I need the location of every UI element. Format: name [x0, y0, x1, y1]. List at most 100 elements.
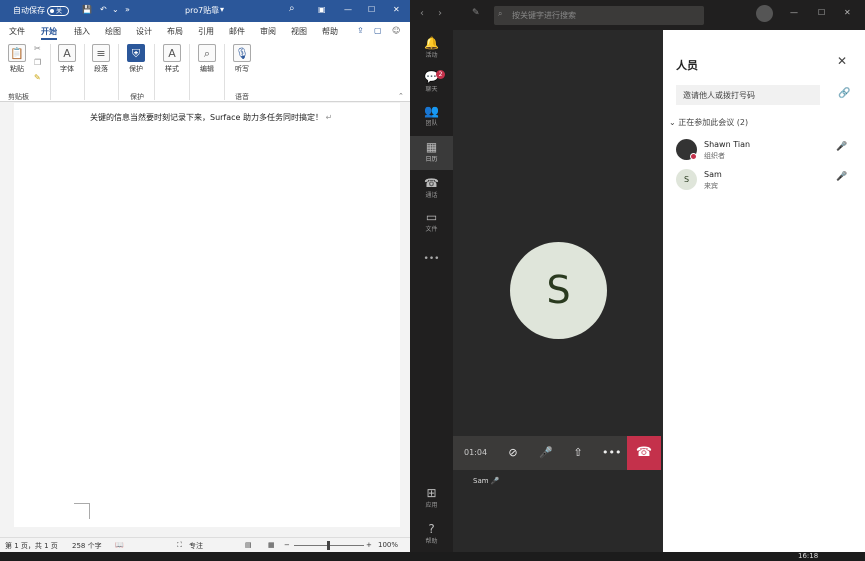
share-screen-icon[interactable]: ⇧ — [569, 444, 587, 462]
minimize-icon[interactable]: — — [344, 5, 352, 14]
rail-item-apps[interactable]: ⊞ 应用 — [410, 486, 453, 516]
smiley-icon[interactable]: ☺ — [392, 26, 400, 35]
maximize-icon[interactable]: ☐ — [818, 8, 825, 17]
tab-mailings[interactable]: 邮件 — [229, 26, 245, 37]
bell-icon: 🔔 — [424, 36, 439, 50]
hang-up-button[interactable]: ☎ — [627, 436, 661, 470]
chat-icon: 💬 — [424, 70, 439, 84]
font-icon: A — [58, 44, 76, 62]
save-icon[interactable]: 💾 — [82, 5, 92, 14]
participant-name: Sam — [704, 170, 722, 179]
ribbon-tabs: 文件 开始 插入 绘图 设计 布局 引用 邮件 审阅 视图 帮助 ⇪ ▢ ☺ — [0, 22, 410, 40]
profile-avatar[interactable] — [756, 5, 773, 22]
invite-input[interactable]: 邀请他人或拨打号码 — [676, 85, 820, 105]
zoom-thumb[interactable] — [327, 541, 330, 550]
format-painter-icon[interactable]: ✎ — [34, 73, 41, 82]
rail-item-help[interactable]: ? 帮助 — [410, 522, 453, 552]
rail-item-files[interactable]: ▭ 文件 — [410, 210, 453, 240]
teams-title-bar: ‹ › ✎ 按关键字进行搜索 ⌕ — ☐ ✕ — [410, 0, 865, 30]
more-options-icon[interactable]: ••• — [602, 444, 621, 462]
more-apps-icon[interactable]: ••• — [410, 254, 453, 264]
participant-role: 来宾 — [704, 182, 718, 190]
tab-help[interactable]: 帮助 — [322, 26, 338, 37]
dictate-button[interactable]: 🎙 听写 — [233, 44, 251, 74]
word-title-bar: 自动保存 关 💾 ↶ ⌄ » pro7贴靠 ▾ ⌕ ▣ — ☐ ✕ — [0, 0, 410, 22]
tab-draw[interactable]: 绘图 — [105, 26, 121, 37]
mic-muted-icon: 🎤 — [836, 172, 848, 182]
status-dot — [690, 153, 697, 160]
close-icon[interactable]: ✕ — [844, 8, 851, 17]
read-mode-icon[interactable]: ▤ — [245, 541, 252, 549]
autosave-toggle[interactable]: 关 — [47, 6, 69, 16]
shield-icon: ⛨ — [127, 44, 145, 62]
rail-item-calendar[interactable]: ▦ 日历 — [410, 136, 453, 170]
tab-view[interactable]: 视图 — [291, 26, 307, 37]
files-icon: ▭ — [425, 210, 438, 224]
document-text[interactable]: 关键的信息当然要时刻记录下来，Surface 助力多任务同时搞定！ ↵ — [90, 112, 332, 123]
forward-icon[interactable]: › — [438, 8, 442, 19]
focus-label[interactable]: 专注 — [189, 541, 203, 551]
compose-icon[interactable]: ✎ — [472, 8, 480, 18]
group-voice-label: 语音 — [235, 93, 249, 101]
tab-review[interactable]: 审阅 — [260, 26, 276, 37]
mic-mute-icon[interactable]: 🎤 — [537, 444, 555, 462]
copy-icon[interactable]: ❐ — [34, 58, 41, 67]
minimize-icon[interactable]: — — [790, 8, 798, 17]
styles-button[interactable]: A 样式 — [163, 44, 181, 74]
protect-button[interactable]: ⛨ 保护 — [127, 44, 145, 74]
tab-home[interactable]: 开始 — [41, 26, 57, 40]
participant-name: Shawn Tian — [704, 140, 751, 149]
title-dropdown-icon[interactable]: ▾ — [220, 5, 224, 14]
mic-muted-icon: 🎤 — [836, 142, 848, 152]
panel-title: 人员 — [676, 59, 698, 72]
rail-item-chat[interactable]: 💬 聊天 2 — [410, 70, 453, 100]
close-panel-icon[interactable]: ✕ — [837, 54, 847, 68]
back-icon[interactable]: ‹ — [420, 8, 424, 19]
search-icon: ⌕ — [498, 9, 503, 18]
rail-item-activity[interactable]: 🔔 活动 — [410, 36, 453, 66]
web-layout-icon[interactable]: ▦ — [268, 541, 275, 549]
undo-dropdown-icon[interactable]: ⌄ — [112, 5, 119, 14]
tab-design[interactable]: 设计 — [136, 26, 152, 37]
rail-item-teams[interactable]: 👥 团队 — [410, 104, 453, 134]
camera-off-icon[interactable]: ⊘ — [504, 444, 522, 462]
chat-badge: 2 — [436, 70, 445, 79]
copy-link-icon[interactable]: 🔗 — [838, 88, 850, 99]
paste-icon: 📋 — [8, 44, 26, 62]
zoom-plus[interactable]: + — [366, 541, 372, 549]
tab-layout[interactable]: 布局 — [167, 26, 183, 37]
call-stage: S 01:04 ⊘ 🎤 ⇧ ••• ☎ Sam 🎤 — [453, 30, 663, 552]
maximize-icon[interactable]: ☐ — [368, 5, 375, 14]
participant-row[interactable]: Shawn Tian 组织者 🎤 — [676, 139, 861, 165]
zoom-minus[interactable]: − — [284, 541, 290, 549]
comment-icon[interactable]: ▢ — [374, 26, 382, 35]
word-count[interactable]: 258 个字 — [72, 541, 102, 551]
search-input[interactable]: 按关键字进行搜索 — [494, 6, 704, 25]
focus-icon[interactable]: ⛶ — [177, 541, 182, 550]
group-protect-label: 保护 — [130, 93, 144, 101]
close-icon[interactable]: ✕ — [393, 5, 400, 14]
participants-section-header[interactable]: ⌄ 正在参加此会议 (2) — [669, 117, 748, 128]
tab-file[interactable]: 文件 — [9, 26, 25, 37]
ribbon-display-icon[interactable]: ▣ — [318, 5, 326, 14]
font-button[interactable]: A 字体 — [58, 44, 76, 74]
participant-row[interactable]: S Sam 来宾 🎤 — [676, 169, 861, 195]
search-icon[interactable]: ⌕ — [289, 3, 295, 14]
collapse-ribbon-icon[interactable]: ⌃ — [398, 92, 404, 100]
paragraph-button[interactable]: ≡ 段落 — [92, 44, 110, 74]
apps-icon: ⊞ — [426, 486, 437, 500]
tab-insert[interactable]: 插入 — [74, 26, 90, 37]
paste-button[interactable]: 📋 粘贴 — [8, 44, 26, 74]
page-count[interactable]: 第 1 页，共 1 页 — [5, 541, 58, 551]
overflow-icon[interactable]: » — [125, 5, 130, 14]
zoom-level[interactable]: 100% — [378, 541, 398, 549]
tab-references[interactable]: 引用 — [198, 26, 214, 37]
autosave-label: 自动保存 — [13, 6, 45, 15]
edit-button[interactable]: ⌕ 编辑 — [198, 44, 216, 74]
undo-icon[interactable]: ↶ — [100, 5, 107, 14]
proofing-icon[interactable]: 📖 — [115, 541, 124, 549]
share-icon[interactable]: ⇪ — [357, 26, 364, 35]
cut-icon[interactable]: ✂ — [34, 44, 41, 53]
document-page[interactable]: 关键的信息当然要时刻记录下来，Surface 助力多任务同时搞定！ ↵ — [14, 103, 400, 527]
rail-item-calls[interactable]: ☎ 通话 — [410, 176, 453, 206]
